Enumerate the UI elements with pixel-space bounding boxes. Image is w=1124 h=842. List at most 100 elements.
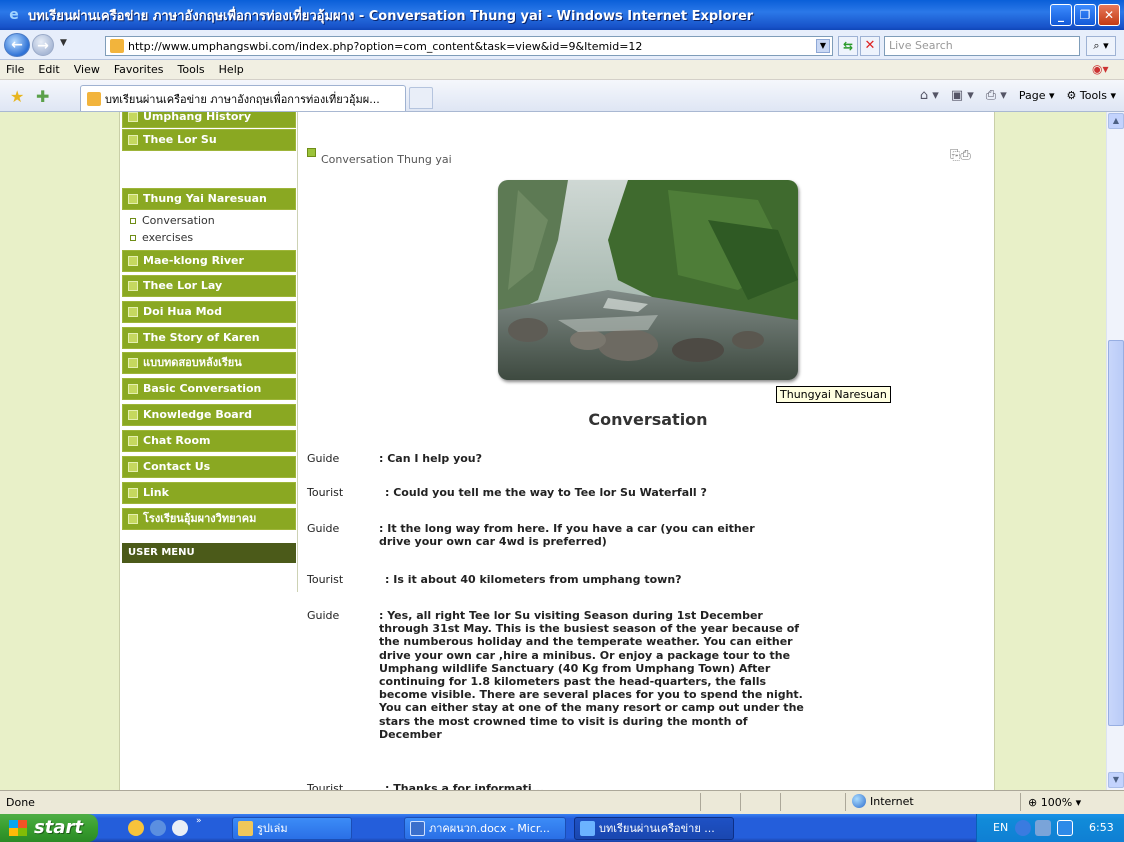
status-divider	[740, 793, 741, 811]
sidebar-bullet-icon	[128, 281, 138, 291]
clock: 6:53	[1089, 821, 1114, 834]
sidebar-item-school[interactable]: โรงเรียนอุ้มผางวิทยาคม	[122, 508, 296, 530]
dialogue-line: : Could you tell me the way to Tee lor S…	[385, 486, 707, 499]
dialogue-line: : Thanks a for informati...	[385, 782, 545, 790]
menu-help[interactable]: Help	[219, 63, 244, 76]
scroll-up-arrow-icon[interactable]: ▲	[1108, 113, 1124, 129]
taskbar-item-folder[interactable]: รูปเล่ม	[232, 817, 352, 840]
status-bar: Done Internet ⊕ 100% ▾	[0, 790, 1124, 814]
sidebar-item-link[interactable]: Link	[122, 482, 296, 504]
sidebar-item-chat-room[interactable]: Chat Room	[122, 430, 296, 452]
feeds-icon[interactable]: ▣ ▾	[951, 88, 974, 103]
sidebar-bullet-icon	[128, 112, 138, 122]
sidebar-item-thee-lor-su[interactable]: Thee Lor Su	[122, 129, 296, 151]
sidebar-item-mae-klong-river[interactable]: Mae-klong River	[122, 250, 296, 272]
sidebar-subitem-exercises[interactable]: exercises	[130, 231, 193, 244]
dialogue-speaker: Tourist	[307, 486, 344, 499]
sidebar-item-thee-lor-lay[interactable]: Thee Lor Lay	[122, 275, 296, 297]
address-dropdown-icon[interactable]: ▼	[816, 39, 830, 53]
stop-button[interactable]: ✕	[860, 36, 880, 56]
sidebar-item-label: Thung Yai Naresuan	[143, 192, 267, 205]
window-title: บทเรียนผ่านเครือข่าย ภาษาอังกฤษเพื่อการท…	[28, 8, 754, 24]
sidebar-item-umphang-history[interactable]: Umphang History	[122, 112, 296, 128]
sidebar-item-knowledge-board[interactable]: Knowledge Board	[122, 404, 296, 426]
scroll-thumb[interactable]	[1108, 340, 1124, 726]
quicklaunch-media-icon[interactable]	[172, 820, 188, 836]
recent-pages-dropdown[interactable]: ▼	[60, 38, 67, 48]
search-input[interactable]: Live Search	[884, 36, 1080, 56]
folder-icon	[238, 821, 253, 836]
sidebar-item-doi-hua-mod[interactable]: Doi Hua Mod	[122, 301, 296, 323]
sidebar-item-label: Chat Room	[143, 434, 211, 447]
language-indicator[interactable]: EN	[993, 821, 1008, 834]
start-label: start	[34, 817, 83, 838]
tab-label: บทเรียนผ่านเครือข่าย ภาษาอังกฤษเพื่อการท…	[105, 92, 380, 106]
sidebar-bullet-icon	[128, 333, 138, 343]
sidebar-bullet-icon	[128, 384, 138, 394]
sidebar-item-label: Thee Lor Lay	[143, 279, 223, 292]
window-title-bar[interactable]: e บทเรียนผ่านเครือข่าย ภาษาอังกฤษเพื่อกา…	[0, 0, 1124, 30]
article-area: Conversation Thung yai ⎘⎙ Thungyai Nares…	[303, 112, 993, 790]
tray-expand-icon[interactable]	[1015, 820, 1031, 836]
refresh-button[interactable]: ⇆	[838, 36, 858, 56]
search-button[interactable]: ⌕ ▾	[1086, 36, 1116, 56]
print-icon[interactable]: ⎙ ▾	[986, 88, 1007, 103]
sidebar-subitem-label: exercises	[142, 231, 194, 244]
tools-menu[interactable]: ⚙ Tools ▾	[1067, 89, 1117, 102]
sidebar-item-label: The Story of Karen	[143, 331, 260, 344]
page-menu[interactable]: Page ▾	[1019, 89, 1055, 102]
quicklaunch-ie-icon[interactable]	[150, 820, 166, 836]
menu-tools[interactable]: Tools	[178, 63, 205, 76]
minimize-button[interactable]: _	[1050, 4, 1072, 26]
zoom-value: 100%	[1040, 796, 1073, 809]
address-toolbar: ← → ▼ http://www.umphangswbi.com/index.p…	[0, 30, 1124, 60]
dialogue-line: : Is it about 40 kilometers from umphang…	[385, 573, 682, 586]
sidebar-item-label: แบบทดสอบหลังเรียน	[143, 356, 242, 369]
zone-label: Internet	[870, 794, 914, 808]
add-favorites-icon[interactable]: ✚	[36, 87, 49, 106]
address-bar[interactable]: http://www.umphangswbi.com/index.php?opt…	[105, 36, 833, 56]
taskbar: start » รูปเล่ม ภาคผนวก.docx - Micr... บ…	[0, 814, 1124, 842]
sidebar-bullet-icon	[128, 436, 138, 446]
zoom-level[interactable]: ⊕ 100% ▾	[1028, 796, 1081, 809]
maximize-button[interactable]: ❐	[1074, 4, 1096, 26]
sidebar-bullet-icon	[128, 488, 138, 498]
sidebar-item-story-of-karen[interactable]: The Story of Karen	[122, 327, 296, 349]
taskbar-item-ie[interactable]: บทเรียนผ่านเครือข่าย ...	[574, 817, 734, 840]
address-url[interactable]: http://www.umphangswbi.com/index.php?opt…	[128, 40, 642, 53]
forward-button[interactable]: →	[32, 34, 54, 56]
network-icon[interactable]	[1035, 820, 1051, 836]
menu-view[interactable]: View	[74, 63, 100, 76]
status-divider	[700, 793, 701, 811]
sidebar-item-basic-conversation[interactable]: Basic Conversation	[122, 378, 296, 400]
pdf-print-icons[interactable]: ⎘⎙	[950, 148, 971, 163]
menu-favorites[interactable]: Favorites	[114, 63, 164, 76]
browser-tab[interactable]: บทเรียนผ่านเครือข่าย ภาษาอังกฤษเพื่อการท…	[80, 85, 406, 111]
sidebar-item-thung-yai-naresuan-active[interactable]: Thung Yai Naresuan	[122, 188, 296, 210]
task-label: รูปเล่ม	[257, 822, 288, 835]
back-button[interactable]: ←	[4, 33, 30, 57]
tray-app-icon[interactable]	[1057, 820, 1073, 836]
quicklaunch-more-icon[interactable]: »	[196, 816, 202, 826]
sidebar-item-post-test[interactable]: แบบทดสอบหลังเรียน	[122, 352, 296, 374]
new-tab-button[interactable]	[409, 87, 433, 109]
quicklaunch-messenger-icon[interactable]	[128, 820, 144, 836]
menu-edit[interactable]: Edit	[38, 63, 59, 76]
menu-file[interactable]: File	[6, 63, 24, 76]
vertical-scrollbar[interactable]: ▲ ▼	[1106, 112, 1124, 790]
sidebar-item-label: Basic Conversation	[143, 382, 262, 395]
taskbar-item-word[interactable]: ภาคผนวก.docx - Micr...	[404, 817, 566, 840]
start-button[interactable]: start	[0, 814, 98, 842]
sidebar-item-contact-us[interactable]: Contact Us	[122, 456, 296, 478]
favorites-star-icon[interactable]: ★	[10, 87, 24, 106]
translate-icon[interactable]: ◉▾	[1092, 62, 1109, 78]
status-divider	[845, 793, 846, 811]
home-icon[interactable]: ⌂ ▾	[920, 88, 939, 103]
scroll-down-arrow-icon[interactable]: ▼	[1108, 772, 1124, 788]
security-zone[interactable]: Internet	[852, 794, 914, 808]
close-button[interactable]: ✕	[1098, 4, 1120, 26]
river-photo-svg	[498, 180, 798, 380]
status-text: Done	[6, 796, 35, 809]
sidebar-subitem-conversation[interactable]: Conversation	[130, 214, 215, 227]
sidebar-bullet-icon	[128, 514, 138, 524]
